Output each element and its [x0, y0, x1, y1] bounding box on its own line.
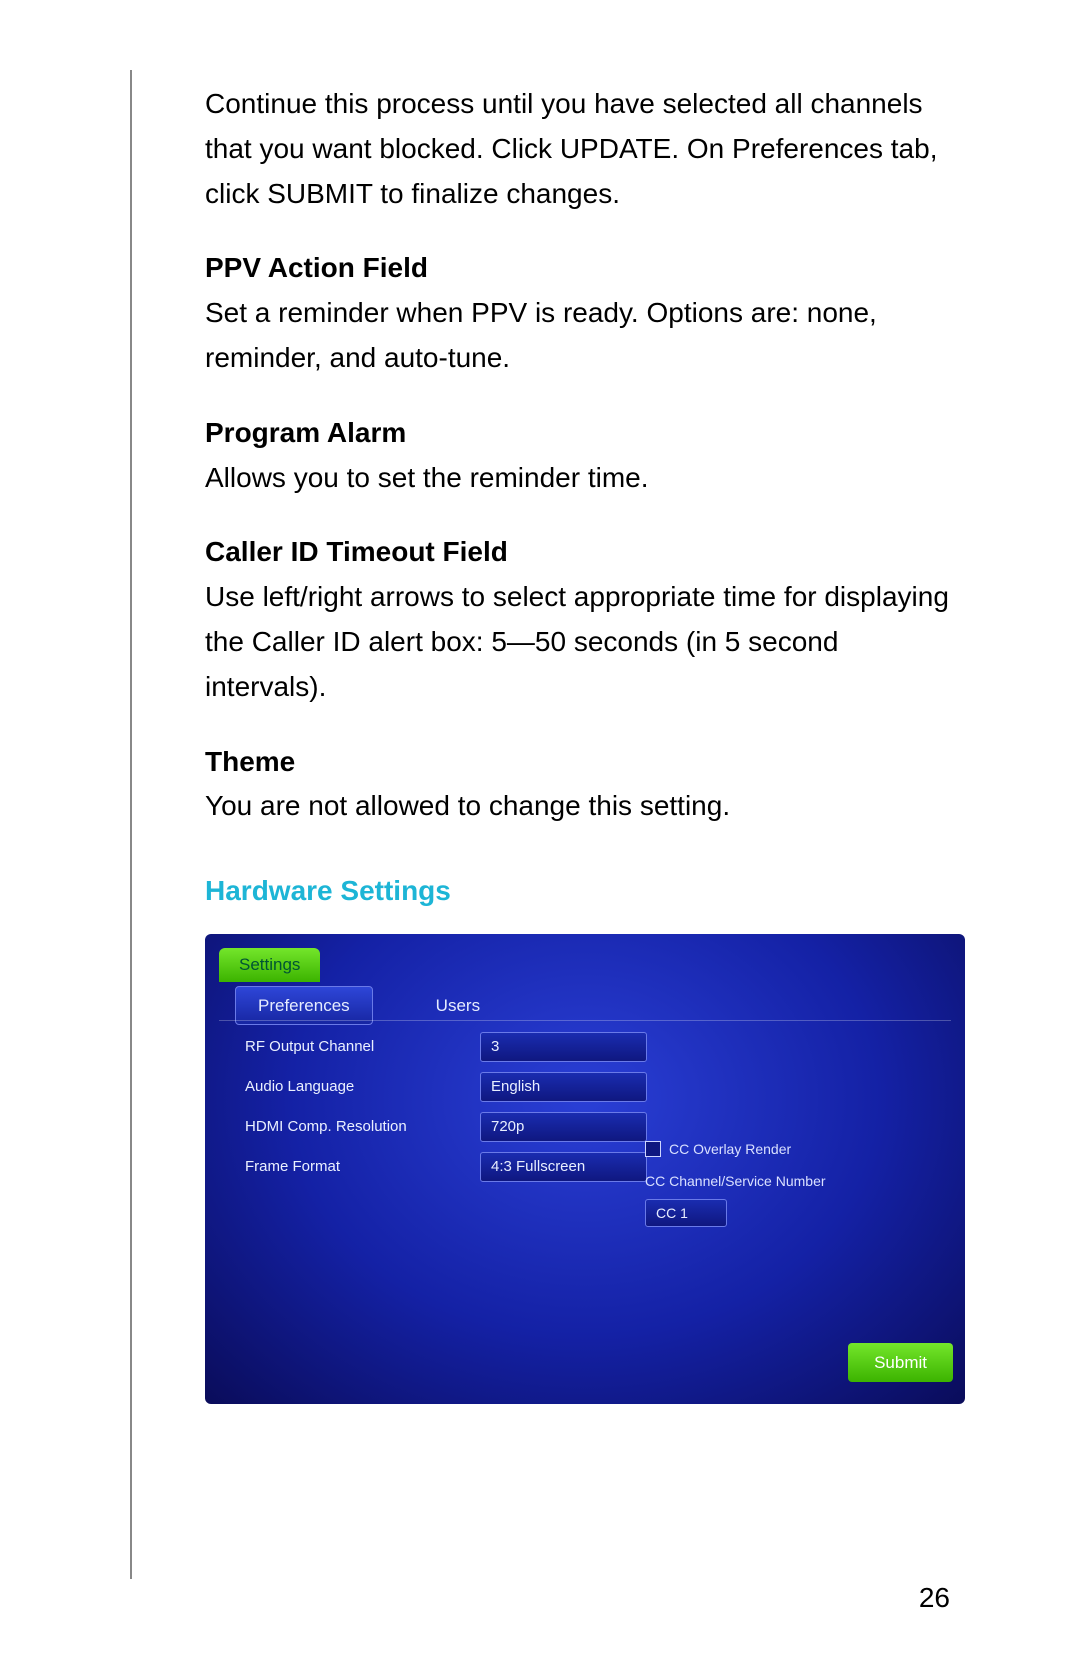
- page-content: Continue this process until you have sel…: [205, 82, 950, 1404]
- vertical-rule: [130, 70, 132, 1579]
- value-frame-format[interactable]: 4:3 Fullscreen: [480, 1152, 647, 1182]
- heading-ppv-action-field: PPV Action Field: [205, 246, 950, 291]
- label-cc-overlay-render: CC Overlay Render: [669, 1138, 791, 1160]
- label-frame-format: Frame Format: [245, 1155, 480, 1179]
- heading-theme: Theme: [205, 740, 950, 785]
- value-hdmi-resolution[interactable]: 720p: [480, 1112, 647, 1142]
- hardware-settings-title: Hardware Settings: [205, 869, 950, 914]
- document-page: Continue this process until you have sel…: [0, 0, 1080, 1669]
- hardware-settings-screenshot: Settings Preferences Users RF Output Cha…: [205, 934, 965, 1404]
- body-theme: You are not allowed to change this setti…: [205, 784, 950, 829]
- label-rf-output-channel: RF Output Channel: [245, 1035, 480, 1059]
- page-number: 26: [919, 1582, 950, 1614]
- value-rf-output-channel[interactable]: 3: [480, 1032, 647, 1062]
- value-audio-language[interactable]: English: [480, 1072, 647, 1102]
- tv-form: RF Output Channel 3 Audio Language Engli…: [245, 1032, 945, 1192]
- tv-right-column: CC Overlay Render CC Channel/Service Num…: [645, 1138, 945, 1227]
- row-rf-output-channel: RF Output Channel 3: [245, 1032, 945, 1062]
- label-hdmi-resolution: HDMI Comp. Resolution: [245, 1115, 480, 1139]
- heading-program-alarm: Program Alarm: [205, 411, 950, 456]
- value-cc-channel-service[interactable]: CC 1: [645, 1199, 727, 1227]
- tv-title-tab: Settings: [219, 948, 320, 982]
- submit-button[interactable]: Submit: [848, 1343, 953, 1382]
- tv-header-bar: Settings: [219, 948, 320, 982]
- label-audio-language: Audio Language: [245, 1075, 480, 1099]
- checkbox-icon[interactable]: [645, 1141, 661, 1157]
- body-program-alarm: Allows you to set the reminder time.: [205, 456, 950, 501]
- tv-divider: [219, 1020, 951, 1021]
- label-cc-channel-service: CC Channel/Service Number: [645, 1170, 945, 1192]
- heading-caller-id-timeout: Caller ID Timeout Field: [205, 530, 950, 575]
- intro-paragraph: Continue this process until you have sel…: [205, 82, 950, 216]
- row-audio-language: Audio Language English: [245, 1072, 945, 1102]
- body-caller-id-timeout: Use left/right arrows to select appropri…: [205, 575, 950, 709]
- body-ppv-action-field: Set a reminder when PPV is ready. Option…: [205, 291, 950, 381]
- cc-overlay-render-row[interactable]: CC Overlay Render: [645, 1138, 945, 1160]
